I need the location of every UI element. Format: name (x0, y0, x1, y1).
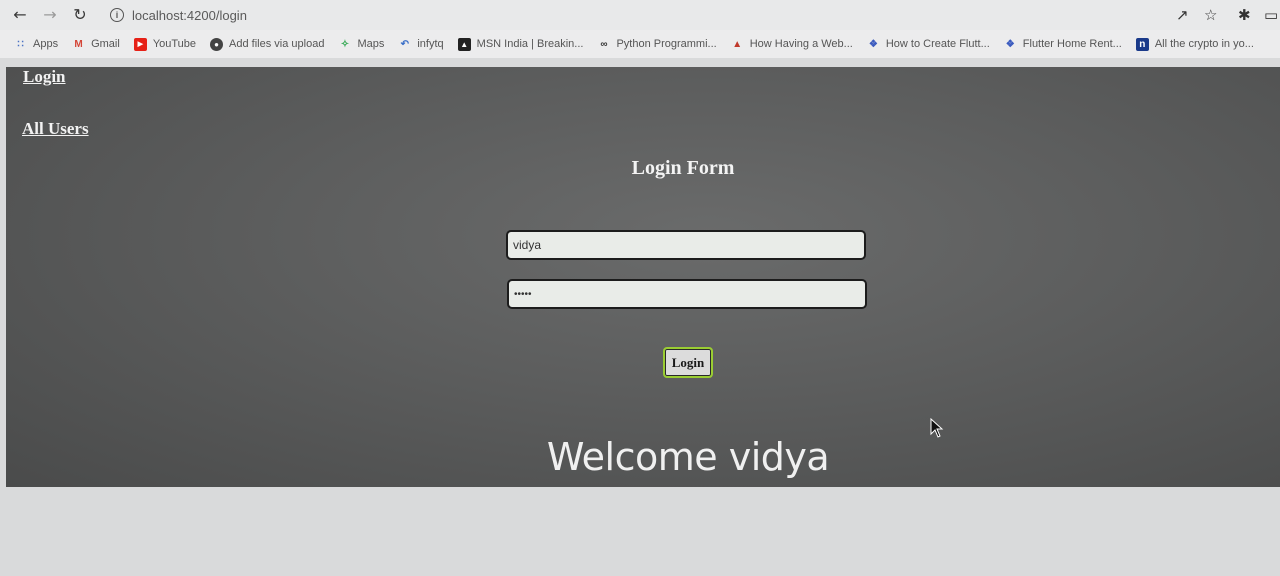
forward-arrow-icon[interactable]: → (40, 5, 60, 25)
page-content: Login All Users Login Form Login Welcome… (6, 67, 1280, 487)
username-input[interactable] (506, 230, 866, 260)
browser-toolbar: ← → ↻ i localhost:4200/login ↗ ☆ ✱ ▭ (0, 0, 1280, 30)
back-arrow-icon[interactable]: ← (10, 5, 30, 25)
github-icon: ● (210, 37, 224, 51)
bookmark-web[interactable]: ▲ How Having a Web... (731, 38, 853, 51)
extensions-icon[interactable]: ✱ (1238, 6, 1251, 24)
bookmark-flutter-rent[interactable]: ❖ Flutter Home Rent... (1004, 38, 1122, 51)
address-bar[interactable]: i localhost:4200/login (100, 3, 1160, 27)
youtube-icon: ▶ (133, 37, 147, 51)
welcome-message: Welcome vidya (546, 435, 830, 479)
web-icon: ▲ (732, 38, 743, 50)
bookmarks-bar: ∷ Apps M Gmail ▶ YouTube ● Add files via… (0, 30, 1280, 58)
bookmark-youtube[interactable]: ▶ YouTube (133, 37, 196, 51)
flutter-icon: ❖ (868, 38, 878, 50)
notion-icon: n (1135, 37, 1149, 51)
bookmark-flutter-create[interactable]: ❖ How to Create Flutt... (867, 38, 990, 51)
reload-icon[interactable]: ↻ (70, 5, 90, 25)
bookmark-apps[interactable]: ∷ Apps (14, 38, 58, 51)
maps-icon: ✧ (340, 38, 350, 50)
bookmark-notion[interactable]: n All the crypto in yo... (1135, 37, 1254, 51)
bookmark-python[interactable]: ∞ Python Programmi... (597, 38, 716, 51)
mouse-cursor-icon (930, 418, 944, 438)
python-icon: ∞ (600, 38, 608, 50)
password-input[interactable] (507, 279, 867, 309)
bookmark-msn[interactable]: ▲ MSN India | Breakin... (457, 37, 583, 51)
nav-login-link[interactable]: Login (23, 67, 66, 87)
nav-all-users-link[interactable]: All Users (22, 119, 89, 139)
msn-icon: ▲ (457, 37, 471, 51)
form-title: Login Form (631, 157, 735, 179)
flutter-icon: ❖ (1005, 38, 1015, 50)
bookmark-github[interactable]: ● Add files via upload (210, 37, 324, 51)
infytq-icon: ↶ (400, 38, 410, 50)
apps-grid-icon: ∷ (17, 38, 24, 50)
site-info-icon[interactable]: i (110, 8, 124, 22)
star-icon[interactable]: ☆ (1204, 6, 1217, 24)
login-button[interactable]: Login (663, 347, 713, 378)
gmail-icon: M (74, 38, 83, 50)
bookmark-infytq[interactable]: ↶ infytq (398, 38, 444, 51)
url-text: localhost:4200/login (132, 7, 247, 23)
share-icon[interactable]: ↗ (1176, 6, 1189, 24)
bookmark-gmail[interactable]: M Gmail (72, 38, 119, 51)
window-icon[interactable]: ▭ (1264, 6, 1278, 24)
bookmark-maps[interactable]: ✧ Maps (338, 38, 385, 51)
